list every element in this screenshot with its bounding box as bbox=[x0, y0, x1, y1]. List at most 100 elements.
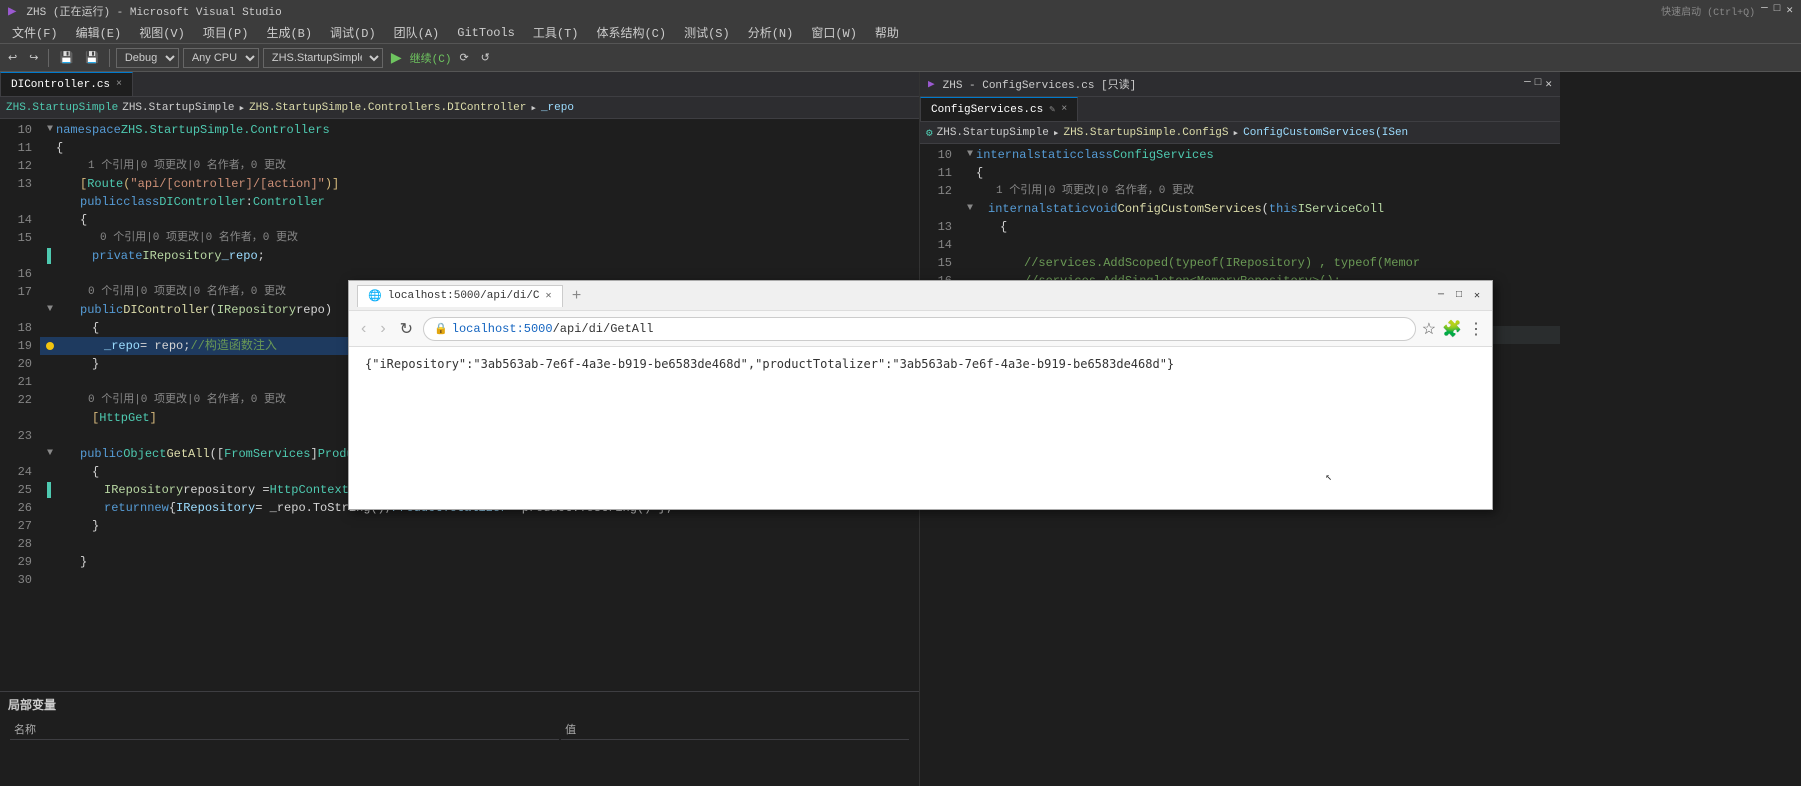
browser-tab-icon: 🌐 bbox=[368, 289, 382, 303]
menu-bar: 文件(F) 编辑(E) 视图(V) 项目(P) 生成(B) 调试(D) 团队(A… bbox=[0, 22, 1801, 44]
right-class-path[interactable]: ZHS.StartupSimple.ConfigS bbox=[1063, 127, 1228, 139]
browser-bookmark-btn[interactable]: ☆ bbox=[1422, 319, 1436, 339]
code-line-10: ▼ namespace ZHS.StartupSimple.Controller… bbox=[40, 121, 919, 139]
start-project-dropdown[interactable]: ZHS.StartupSimple bbox=[263, 48, 383, 68]
di-controller-tab[interactable]: DIController.cs × bbox=[0, 72, 133, 96]
config-tab-close[interactable]: × bbox=[1061, 104, 1067, 115]
r-code-line-15: //services.AddScoped(typeof(IRepository)… bbox=[960, 254, 1560, 272]
menu-team[interactable]: 团队(A) bbox=[386, 22, 448, 43]
title-bar: ▶ ZHS (正在运行) - Microsoft Visual Studio 快… bbox=[0, 0, 1801, 22]
code-line-30 bbox=[40, 571, 919, 589]
config-services-tab[interactable]: ConfigServices.cs ✎ × bbox=[920, 97, 1078, 121]
browser-menu-btn[interactable]: ⋮ bbox=[1468, 319, 1484, 339]
menu-tools[interactable]: 工具(T) bbox=[525, 22, 587, 43]
right-restore-btn[interactable]: □ bbox=[1535, 77, 1542, 91]
gutter-17: ▼ bbox=[44, 301, 56, 319]
right-project-icon: ⚙ bbox=[926, 126, 933, 140]
vs-logo: ▶ bbox=[8, 3, 16, 20]
code-line-12: [Route("api/[controller]/[action]")] bbox=[40, 175, 919, 193]
left-path-sep2: ▸ bbox=[530, 101, 537, 115]
app-title: ZHS (正在运行) - Microsoft Visual Studio bbox=[26, 3, 281, 19]
menu-edit[interactable]: 编辑(E) bbox=[68, 22, 130, 43]
gutter-15 bbox=[44, 248, 56, 264]
gutter-23: ▼ bbox=[44, 445, 56, 463]
browser-title-bar: 🌐 localhost:5000/api/di/C ✕ + ─ □ ✕ bbox=[349, 281, 1492, 311]
locals-panel: 局部变量 名称 值 bbox=[0, 691, 919, 786]
toolbar-redo[interactable]: ↪ bbox=[25, 49, 42, 66]
locals-col-name: 名称 bbox=[10, 719, 559, 740]
menu-help[interactable]: 帮助 bbox=[867, 22, 907, 43]
toolbar-save-all[interactable]: 💾 bbox=[81, 49, 103, 66]
platform-dropdown[interactable]: Any CPU bbox=[183, 48, 259, 68]
separator-1 bbox=[48, 49, 49, 67]
left-path-sep1: ▸ bbox=[238, 101, 245, 115]
locals-table: 名称 值 bbox=[8, 717, 911, 742]
browser-extensions-btn[interactable]: 🧩 bbox=[1442, 319, 1462, 339]
gutter-10: ▼ bbox=[44, 121, 56, 139]
main-container: DIController.cs × ZHS.StartupSimple ZHS.… bbox=[0, 72, 1801, 786]
window-controls[interactable]: 快速启动 (Ctrl+Q) ─ □ ✕ bbox=[1661, 3, 1793, 19]
browser-url-path: /api/di/GetAll bbox=[553, 322, 654, 336]
di-controller-tab-close[interactable]: × bbox=[116, 79, 122, 90]
browser-tab-close-btn[interactable]: ✕ bbox=[546, 290, 552, 302]
r-code-line-12-block: 1 个引用|0 项更改|0 名作者，0 更改 ▼ internal static… bbox=[960, 182, 1560, 218]
left-project-name[interactable]: ZHS.StartupSimple bbox=[122, 102, 234, 114]
browser-url-text: localhost:5000/api/di/GetAll bbox=[452, 322, 654, 336]
browser-json-output: {"iRepository":"3ab563ab-7e6f-4a3e-b919-… bbox=[365, 357, 1174, 371]
minimize-btn[interactable]: ─ bbox=[1761, 3, 1768, 19]
left-file-path-bar: ZHS.StartupSimple ZHS.StartupSimple ▸ ZH… bbox=[0, 97, 919, 119]
right-project-name[interactable]: ZHS.StartupSimple bbox=[937, 127, 1049, 139]
code-line-28 bbox=[40, 535, 919, 553]
quick-launch-label: 快速启动 (Ctrl+Q) bbox=[1661, 3, 1755, 19]
right-title-bar: ▶ ZHS - ConfigServices.cs [只读] ─ □ ✕ bbox=[920, 72, 1560, 97]
browser-maximize-btn[interactable]: □ bbox=[1452, 289, 1466, 303]
continue-btn[interactable]: ▶ bbox=[387, 47, 406, 68]
debug-mode-dropdown[interactable]: Debug bbox=[116, 48, 179, 68]
menu-architecture[interactable]: 体系结构(C) bbox=[588, 22, 674, 43]
left-class-path[interactable]: ZHS.StartupSimple.Controllers.DIControll… bbox=[249, 102, 526, 114]
browser-close-btn[interactable]: ✕ bbox=[1470, 289, 1484, 303]
menu-gittools[interactable]: GitTools bbox=[449, 24, 523, 42]
locals-col-value: 值 bbox=[561, 719, 909, 740]
browser-back-btn[interactable]: ‹ bbox=[357, 318, 370, 340]
left-member-path[interactable]: _repo bbox=[541, 102, 574, 114]
browser-minimize-btn[interactable]: ─ bbox=[1434, 289, 1448, 303]
menu-view[interactable]: 视图(V) bbox=[131, 22, 193, 43]
menu-project[interactable]: 项目(P) bbox=[195, 22, 257, 43]
menu-test[interactable]: 测试(S) bbox=[676, 22, 738, 43]
browser-window-controls[interactable]: ─ □ ✕ bbox=[1434, 289, 1484, 303]
right-close-btn[interactable]: ✕ bbox=[1545, 77, 1552, 91]
right-window-controls[interactable]: ─ □ ✕ bbox=[1524, 77, 1552, 91]
code-line-13: public class DIController : Controller bbox=[40, 193, 919, 211]
left-project-path[interactable]: ZHS.StartupSimple bbox=[6, 102, 118, 114]
toolbar-save[interactable]: 💾 bbox=[55, 49, 77, 66]
toolbar-refresh[interactable]: ↺ bbox=[477, 49, 494, 66]
menu-file[interactable]: 文件(F) bbox=[4, 22, 66, 43]
toolbar-step-over[interactable]: ⟳ bbox=[455, 49, 472, 66]
toolbar-undo[interactable]: ↩ bbox=[4, 49, 21, 66]
right-window-title: ZHS - ConfigServices.cs [只读] bbox=[943, 76, 1137, 92]
browser-tab[interactable]: 🌐 localhost:5000/api/di/C ✕ bbox=[357, 285, 563, 307]
browser-url-bar[interactable]: 🔒 localhost:5000/api/di/GetAll bbox=[423, 317, 1416, 341]
browser-forward-btn[interactable]: › bbox=[376, 318, 389, 340]
toolbar: ↩ ↪ 💾 💾 Debug Any CPU ZHS.StartupSimple … bbox=[0, 44, 1801, 72]
menu-debug[interactable]: 调试(D) bbox=[322, 22, 384, 43]
di-controller-filename: DIController.cs bbox=[11, 79, 110, 91]
menu-window[interactable]: 窗口(W) bbox=[803, 22, 865, 43]
r-code-line-14 bbox=[960, 236, 1560, 254]
browser-lock-icon: 🔒 bbox=[434, 322, 448, 336]
r-gutter-10: ▼ bbox=[964, 146, 976, 164]
right-file-path-bar: ⚙ ZHS.StartupSimple ▸ ZHS.StartupSimple.… bbox=[920, 122, 1560, 144]
browser-reload-btn[interactable]: ↻ bbox=[396, 317, 417, 341]
right-vs-logo: ▶ bbox=[928, 77, 935, 91]
close-btn[interactable]: ✕ bbox=[1786, 3, 1793, 19]
title-bar-left: ▶ ZHS (正在运行) - Microsoft Visual Studio bbox=[8, 3, 282, 20]
left-line-numbers: 10 11 12 13 14 15 16 17 18 19 20 21 22 2… bbox=[0, 119, 40, 691]
restore-btn[interactable]: □ bbox=[1774, 3, 1781, 19]
code-line-15: private IRepository _repo; bbox=[40, 247, 919, 265]
menu-build[interactable]: 生成(B) bbox=[258, 22, 320, 43]
browser-new-tab-btn[interactable]: + bbox=[569, 288, 585, 304]
menu-analyze[interactable]: 分析(N) bbox=[740, 22, 802, 43]
right-member-path[interactable]: ConfigCustomServices(ISen bbox=[1243, 127, 1408, 139]
right-minimize-btn[interactable]: ─ bbox=[1524, 77, 1531, 91]
